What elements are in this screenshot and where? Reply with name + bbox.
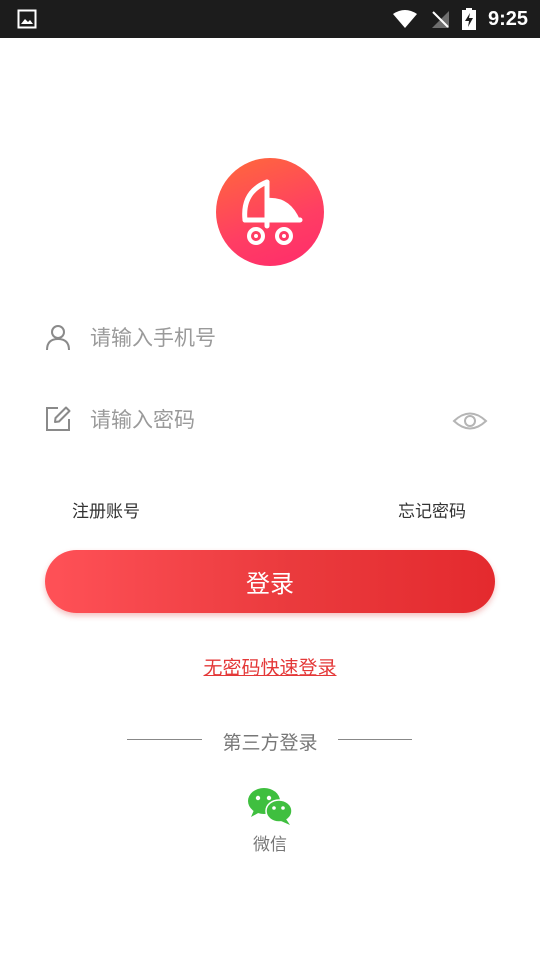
wifi-icon [392,10,417,28]
app-logo [216,158,324,266]
password-field [44,400,494,440]
edit-icon [46,406,71,431]
wechat-label: 微信 [253,835,287,855]
battery-charging-icon [461,8,476,30]
divider-right [338,739,412,740]
eye-icon[interactable] [452,408,488,434]
status-time: 9:25 [487,7,528,30]
register-link[interactable]: 注册账号 [72,497,140,522]
wechat-login-button[interactable]: 微信 [244,786,296,855]
phone-input[interactable] [90,318,430,358]
third-party-title: 第三方登录 [222,732,318,754]
wechat-icon [248,788,293,825]
image-icon [17,9,37,29]
passwordless-login-link[interactable]: 无密码快速登录 [203,657,336,679]
phone-field [44,318,494,358]
forgot-password-link[interactable]: 忘记密码 [398,497,466,522]
status-bar: 9:25 [0,0,540,38]
password-input[interactable] [90,400,430,440]
no-signal-icon [431,11,449,28]
quick-login-row: 无密码快速登录 [0,653,540,680]
login-button[interactable]: 登录 [45,550,495,613]
user-icon [46,325,70,351]
umbrella-cart-logo [242,179,303,245]
